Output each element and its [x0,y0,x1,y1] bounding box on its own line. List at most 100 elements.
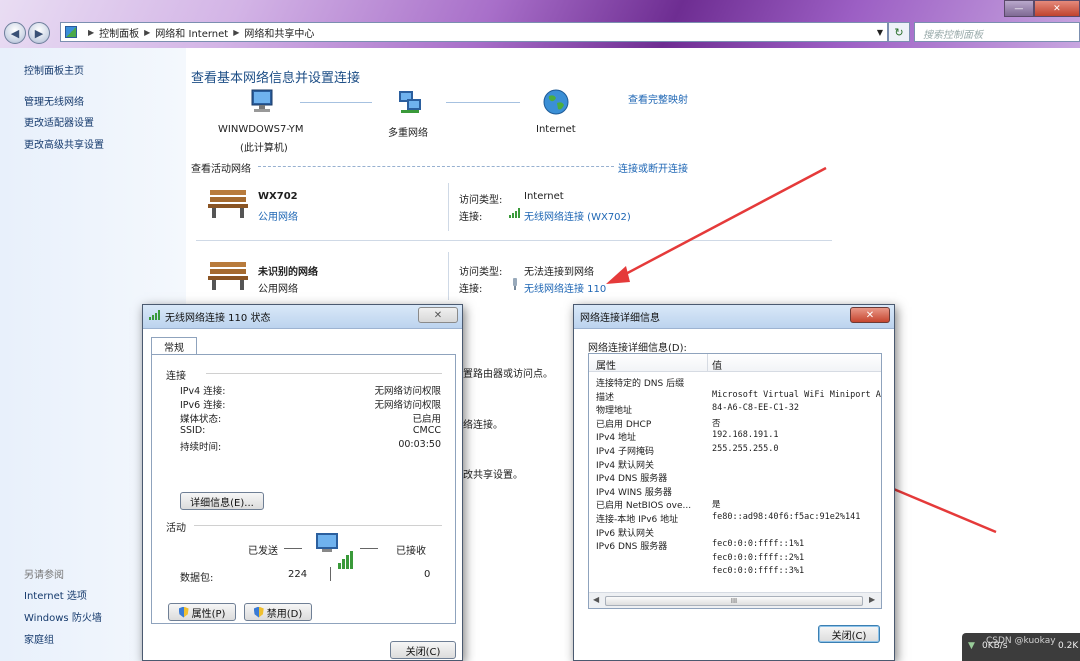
property-cell: 已启用 NetBIOS ove... [596,501,692,512]
packets-sent-value: 224 [288,569,308,580]
property-cell: 连接-本地 IPv6 地址 [596,515,679,525]
wireless-connection-110-link[interactable]: 无线网络连接 110 [524,280,606,295]
property-cell: 物理地址 [596,406,633,417]
status-dialog-close-x[interactable]: ✕ [418,307,458,323]
chevron-right-icon: ▶ [233,27,240,37]
table-row[interactable]: IPv4 WINS 服务器 [596,485,876,499]
details-dialog-title: 网络连接详细信息 [580,313,660,324]
horizontal-scrollbar[interactable]: ◀ III ▶ [589,592,881,608]
scroll-left-icon[interactable]: ◀ [593,595,599,604]
property-cell: 连接特定的 DNS 后缀 [596,379,685,389]
sidebar-item-homegroup[interactable]: 家庭组 [24,631,54,646]
breadcrumb-item[interactable]: 网络和 Internet [155,25,228,40]
table-row[interactable]: IPv4 DNS 服务器 [596,471,876,485]
map-pc-sub: (此计算机) [240,143,288,154]
map-pc-name: WINWDOWS7-YM [218,124,304,135]
list-header: 属性 值 [589,354,881,372]
details-list[interactable]: 属性 值 连接特定的 DNS 后缀 描述 Microsoft Virtual WiF… [588,353,882,609]
status-row-value: 无网络访问权限 [374,400,441,411]
table-row[interactable]: 已启用 DHCP 否 [596,417,876,431]
refresh-button[interactable]: ↻ [888,22,910,42]
status-row-value: 已启用 [412,414,441,425]
sidebar-item-adapter-settings[interactable]: 更改适配器设置 [24,114,94,129]
tab-general[interactable]: 常规 [151,337,197,355]
table-row[interactable]: 描述 Microsoft Virtual WiFi Miniport A [596,390,881,404]
wireless-connection-link[interactable]: 无线网络连接 (WX702) [524,208,631,223]
table-row[interactable]: 连接特定的 DNS 后缀 [596,376,876,390]
status-close-button[interactable]: 关闭(C) [390,641,456,659]
back-button[interactable]: ◀ [4,22,26,44]
divider [206,373,442,374]
status-row-label: 媒体状态: [180,414,222,425]
sidebar-item-internet-options[interactable]: Internet 选项 [24,587,87,602]
table-row[interactable]: fec0:0:0:ffff::3%1 [596,566,876,580]
column-header-property[interactable]: 属性 [596,357,616,372]
globe-icon [542,88,570,116]
details-button[interactable]: 详细信息(E)... [180,492,264,510]
table-row[interactable]: 物理地址 84-A6-C8-EE-C1-32 [596,403,876,417]
properties-label: 属性(P) [191,608,226,620]
connection-group-label: 连接 [166,371,186,382]
forward-button[interactable]: ▶ [28,22,50,44]
partial-text: 络连接。 [463,420,503,431]
arrowhead [606,266,630,284]
status-row-value: CMCC [412,425,441,436]
minimize-button[interactable]: — [1004,0,1034,17]
properties-button[interactable]: 属性(P) [168,603,236,621]
status-dialog-titlebar: 无线网络连接 110 状态 [143,305,462,329]
column-header-value[interactable]: 值 [712,357,722,372]
details-close-button[interactable]: 关闭(C) [818,625,880,643]
partial-text: 改共享设置。 [463,470,523,481]
table-row[interactable]: IPv6 DNS 服务器 fec0:0:0:ffff::1%1 [596,539,876,553]
disable-button[interactable]: 禁用(D) [244,603,312,621]
value-cell: fec0:0:0:ffff::3%1 [712,566,805,577]
back-arrow-icon: ◀ [10,26,20,40]
table-row[interactable]: IPv4 子网掩码 255.255.255.0 [596,444,876,458]
value-cell: fec0:0:0:ffff::2%1 [712,552,805,563]
tab-panel: 连接 IPv4 连接: 无网络访问权限 IPv6 连接: 无网络访问权限 媒体状态: 已启… [151,354,456,624]
property-cell: IPv4 地址 [596,433,636,444]
scroll-thumb[interactable]: III [605,596,863,606]
address-bar[interactable]: ▶ 控制面板 ▶ 网络和 Internet ▶ 网络和共享中心 ▼ [60,22,888,42]
table-row[interactable]: IPv4 地址 192.168.191.1 [596,430,876,444]
table-row[interactable]: 已启用 NetBIOS ove... 是 [596,498,876,512]
network-type-link[interactable]: 公用网络 [258,208,298,223]
network-name: 未识别的网络 [258,267,318,278]
sidebar-item-windows-firewall[interactable]: Windows 防火墙 [24,609,102,624]
details-dialog-close-x[interactable]: ✕ [850,307,890,323]
download-icon: ▼ [968,641,975,651]
network-activity-icon [314,531,354,571]
network-type: 公用网络 [258,284,298,295]
connect-disconnect-link[interactable]: 连接或断开连接 [618,160,688,175]
value-cell: Microsoft Virtual WiFi Miniport A [712,389,881,400]
window-close-button[interactable]: ✕ [1033,0,1080,17]
value-cell: fe80::ad98:40f6:f5ac:91e2%141 [712,512,861,522]
property-cell: IPv4 默认网关 [596,460,654,471]
disable-label: 禁用(D) [266,608,303,620]
wifi-signal-icon [509,208,521,218]
value-cell: 192.168.191.1 [712,430,779,441]
sidebar-home-link[interactable]: 控制面板主页 [24,62,84,77]
table-row[interactable]: IPv4 默认网关 [596,458,876,472]
breadcrumb-item[interactable]: 控制面板 [99,25,139,40]
sent-label: 已发送 [248,546,278,557]
access-type-value: 无法连接到网络 [524,267,594,278]
breadcrumb-item[interactable]: 网络和共享中心 [244,25,314,40]
view-full-map-link[interactable]: 查看完整映射 [628,91,688,106]
scroll-right-icon[interactable]: ▶ [869,595,875,604]
search-input[interactable]: 搜索控制面板 [914,22,1080,42]
page-title: 查看基本网络信息并设置连接 [191,71,361,86]
value-cell: 84-A6-C8-EE-C1-32 [712,403,799,414]
table-row[interactable]: 连接-本地 IPv6 地址 fe80::ad98:40f6:f5ac:91e2%1… [596,512,876,526]
sidebar-item-manage-wireless[interactable]: 管理无线网络 [24,93,84,108]
table-row[interactable]: fec0:0:0:ffff::2%1 [596,553,876,567]
status-dialog-title: 无线网络连接 110 状态 [165,313,271,324]
address-dropdown-icon[interactable]: ▼ [877,28,883,37]
sidebar-item-advanced-sharing[interactable]: 更改高级共享设置 [24,136,104,151]
details-dialog-titlebar: 网络连接详细信息 [574,305,894,329]
divider [194,525,442,526]
wifi-adapter-icon [511,278,519,290]
computer-icon [248,88,276,116]
speed-text-2: 0.2K [1058,641,1079,651]
table-row[interactable]: IPv6 默认网关 [596,526,876,540]
